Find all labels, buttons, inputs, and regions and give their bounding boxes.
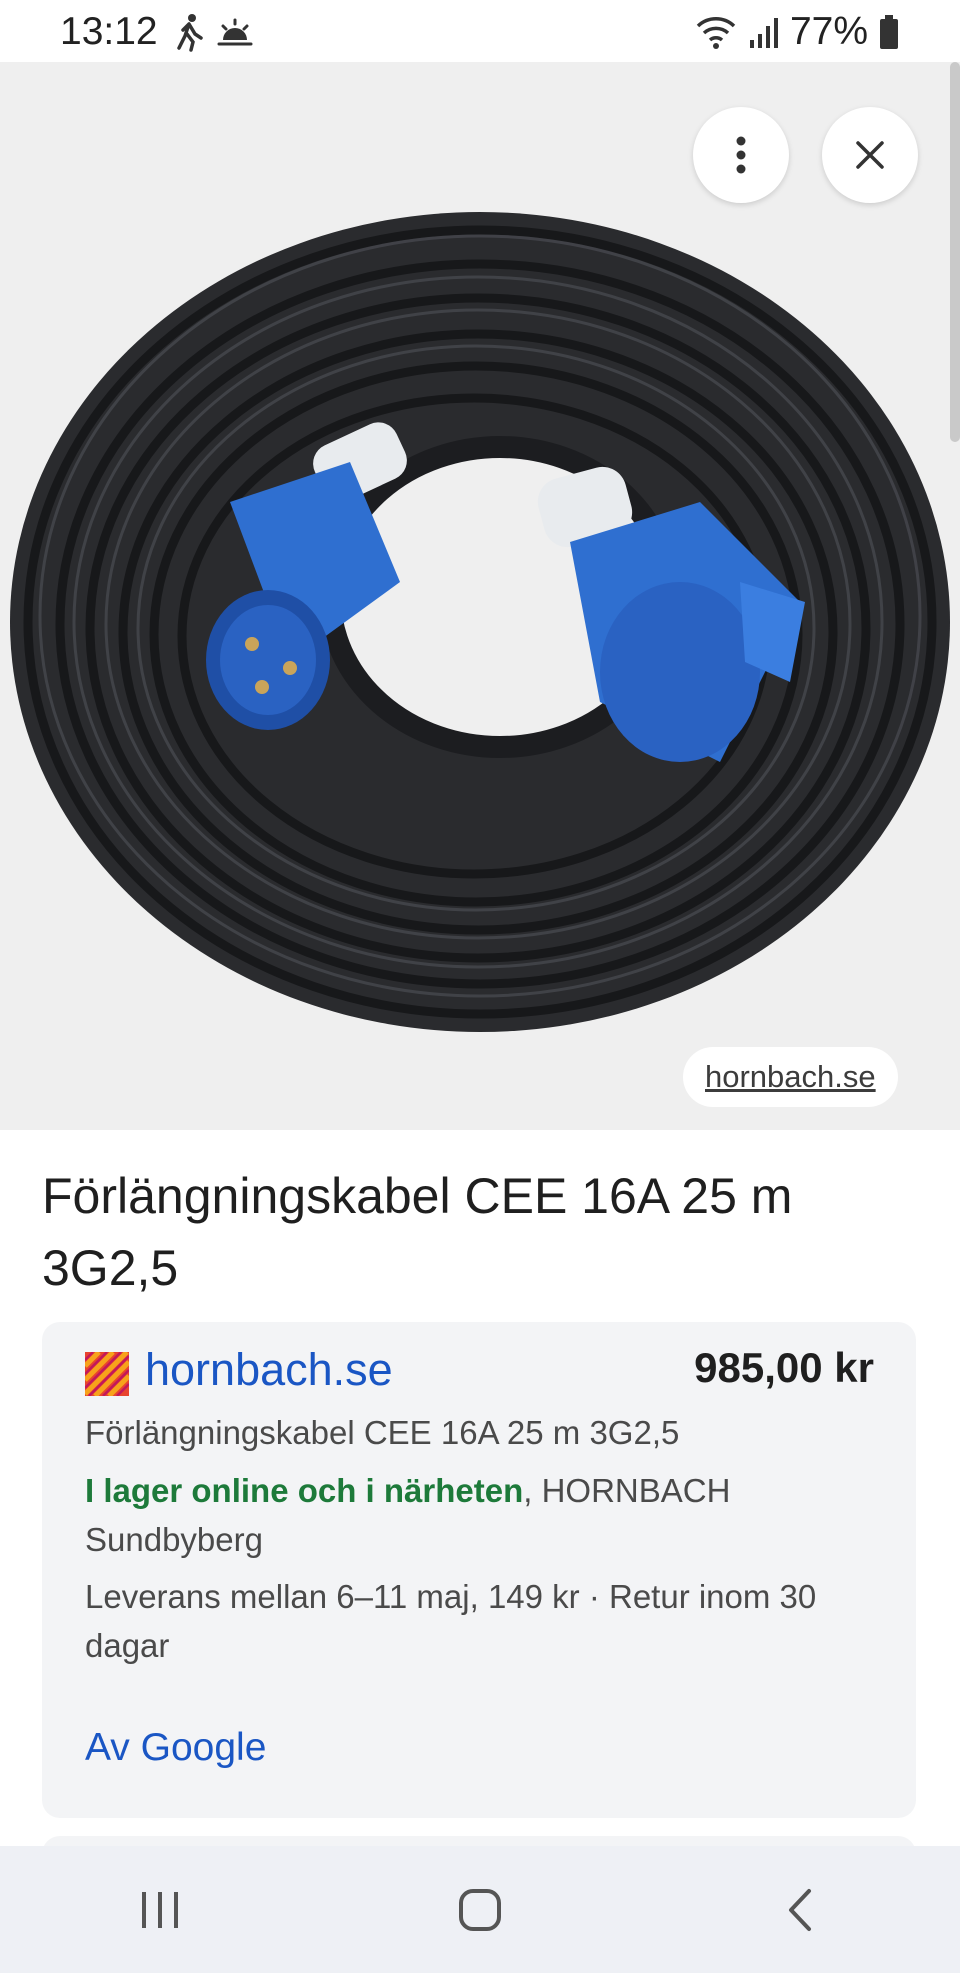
recent-apps-icon [142, 1891, 178, 1928]
offer-card[interactable]: hornbach.se 985,00 kr Förlängningskabel … [42, 1322, 916, 1818]
close-icon [856, 141, 884, 169]
stock-info: I lager online och i närheten, HORNBACH … [85, 1466, 885, 1564]
delivery-info: Leverans mellan 6–11 maj, 149 kr · Retur… [85, 1578, 817, 1664]
recent-apps-button[interactable] [100, 1860, 220, 1960]
status-bar: 13:12 77% [0, 0, 960, 62]
merchant-link[interactable]: hornbach.se [145, 1344, 393, 1396]
back-button[interactable] [740, 1860, 860, 1960]
status-time: 13:12 [60, 10, 158, 53]
sunrise-icon [217, 18, 253, 46]
walking-icon [177, 14, 203, 52]
product-image-viewer[interactable] [0, 62, 960, 1130]
more-options-button[interactable] [693, 107, 789, 203]
stock-status: I lager online och i närheten [85, 1472, 524, 1509]
hornbach-logo [85, 1352, 129, 1396]
system-nav-bar [0, 1846, 960, 1973]
home-icon [459, 1888, 501, 1931]
scrollbar[interactable] [950, 62, 960, 442]
home-button[interactable] [420, 1860, 540, 1960]
signal-icon [749, 18, 778, 48]
product-title: Förlängningskabel CEE 16A 25 m 3G2,5 [42, 1168, 793, 1296]
battery-percent: 77% [789, 10, 868, 53]
close-button[interactable] [822, 107, 918, 203]
product-image[interactable] [0, 62, 960, 1130]
offer-product-name: Förlängningskabel CEE 16A 25 m 3G2,5 [85, 1414, 680, 1451]
by-google-link[interactable]: Av Google [85, 1726, 266, 1770]
wifi-icon [696, 17, 736, 49]
battery-icon [880, 15, 898, 49]
image-source-link[interactable]: hornbach.se [683, 1047, 898, 1107]
back-icon [789, 1888, 811, 1931]
price: 985,00 kr [694, 1344, 874, 1391]
more-vert-icon [736, 136, 746, 174]
